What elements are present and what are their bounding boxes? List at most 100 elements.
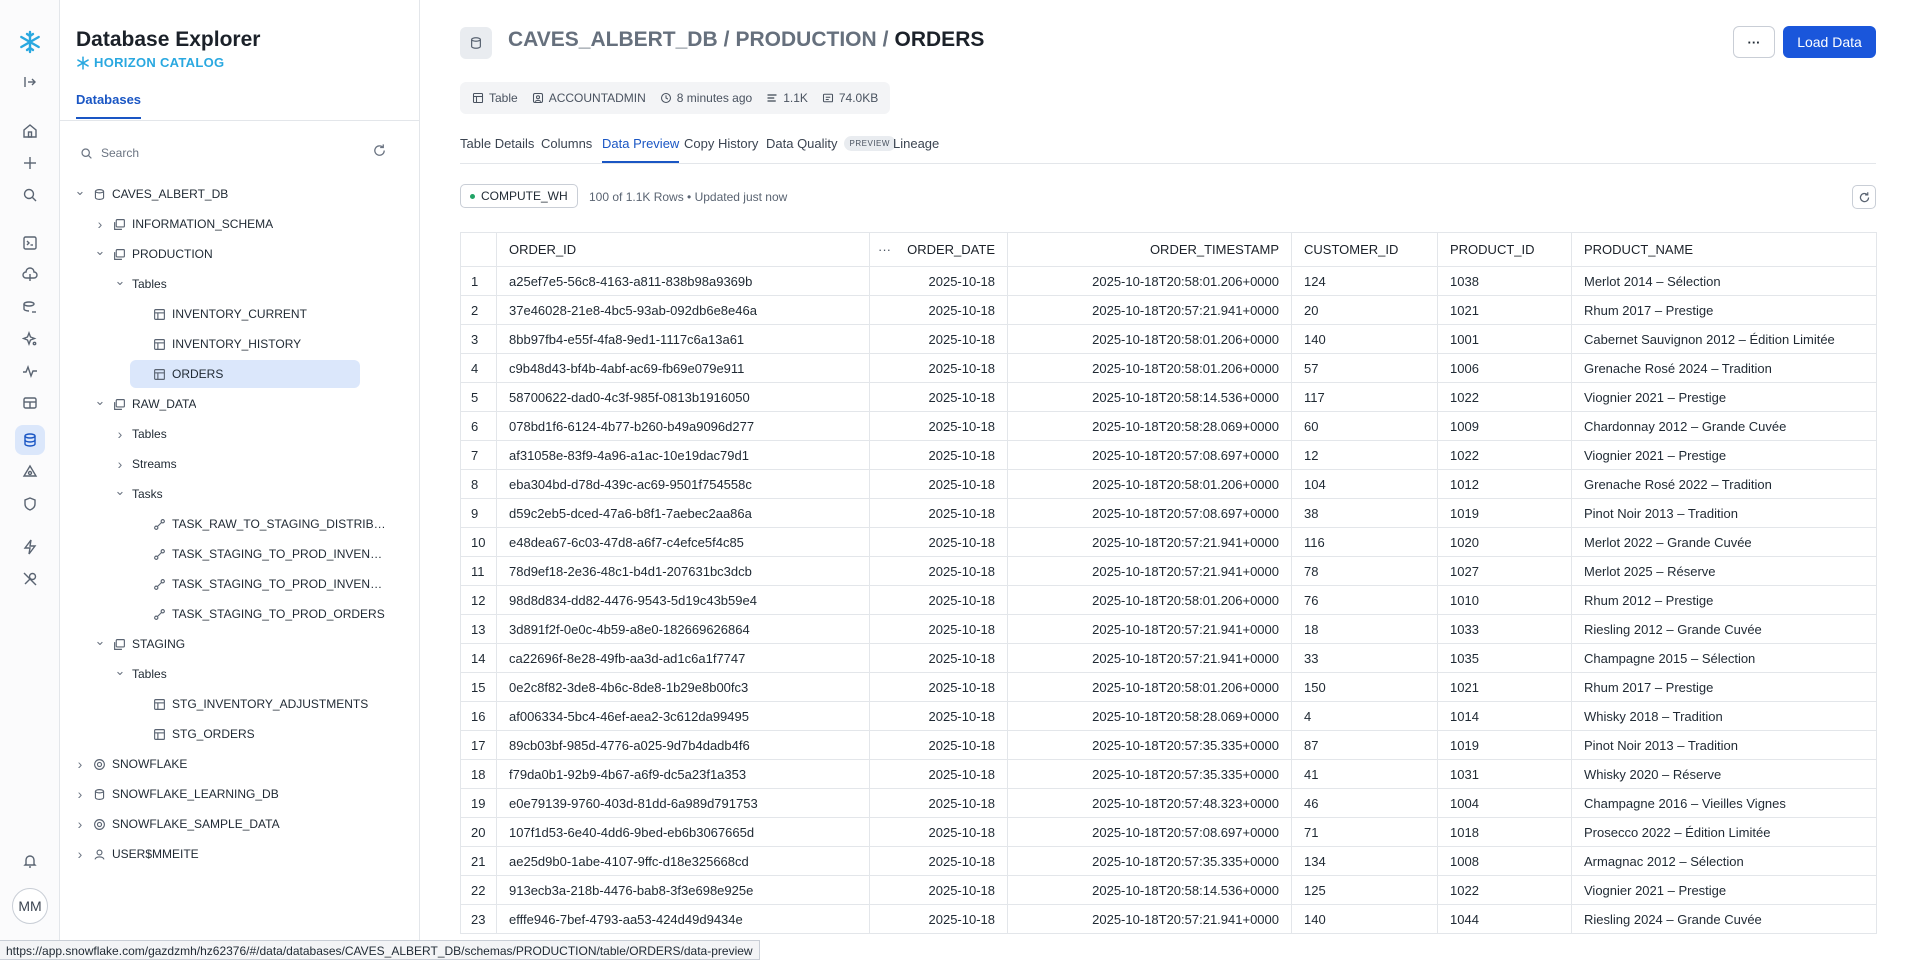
cell-order-date[interactable]: 2025-10-18 [869, 556, 1008, 586]
table-row[interactable]: 9 d59c2eb5-dced-47a6-b8f1-7aebec2aa86a 202… [460, 498, 1877, 528]
cell-order-timestamp[interactable]: 2025-10-18T20:58:28.069+0000 [1007, 701, 1292, 731]
cell-product-id[interactable]: 1022 [1437, 440, 1572, 470]
tab-table-details[interactable]: Table Details [460, 136, 534, 161]
cell-customer-id[interactable]: 46 [1291, 788, 1438, 818]
cell-order-date[interactable]: 2025-10-18 [869, 701, 1008, 731]
cell-product-name[interactable]: Armagnac 2012 – Sélection [1571, 846, 1877, 876]
refresh-icon[interactable] [372, 143, 387, 161]
chevron-right-icon[interactable]: › [74, 756, 86, 772]
cell-product-id[interactable]: 1035 [1437, 643, 1572, 673]
cell-order-date[interactable]: 2025-10-18 [869, 498, 1008, 528]
tab-lineage[interactable]: Lineage [893, 136, 939, 161]
table-row[interactable]: 2 37e46028-21e8-4bc5-93ab-092db6e8e46a 202… [460, 295, 1877, 325]
snowflake-logo-icon[interactable] [15, 27, 45, 57]
cell-product-id[interactable]: 1012 [1437, 469, 1572, 499]
cell-customer-id[interactable]: 18 [1291, 614, 1438, 644]
cell-order-timestamp[interactable]: 2025-10-18T20:57:21.941+0000 [1007, 643, 1292, 673]
cell-order-timestamp[interactable]: 2025-10-18T20:58:01.206+0000 [1007, 324, 1292, 354]
cell-order-id[interactable]: efffe946-7bef-4793-aa53-424d49d9434e [496, 904, 870, 934]
cell-customer-id[interactable]: 20 [1291, 295, 1438, 325]
cell-product-name[interactable]: Rhum 2017 – Prestige [1571, 295, 1877, 325]
cell-product-name[interactable]: Grenache Rosé 2022 – Tradition [1571, 469, 1877, 499]
search-icon[interactable] [15, 180, 45, 210]
cell-order-date[interactable]: 2025-10-18 [869, 788, 1008, 818]
cell-customer-id[interactable]: 125 [1291, 875, 1438, 905]
cell-order-timestamp[interactable]: 2025-10-18T20:57:35.335+0000 [1007, 846, 1292, 876]
cell-order-id[interactable]: 78d9ef18-2e36-48c1-b4d1-207631bc3dcb [496, 556, 870, 586]
column-header-product-name[interactable]: PRODUCT_NAME [1571, 232, 1877, 267]
cell-product-name[interactable]: Merlot 2022 – Grande Cuvée [1571, 527, 1877, 557]
cell-product-name[interactable]: Whisky 2020 – Réserve [1571, 759, 1877, 789]
tab-data-quality[interactable]: Data Quality PREVIEW [766, 136, 896, 161]
cell-customer-id[interactable]: 140 [1291, 324, 1438, 354]
table-row[interactable]: 1 a25ef7e5-56c8-4163-a811-838b98a9369b 202… [460, 266, 1877, 296]
expand-sidebar-icon[interactable] [15, 67, 45, 97]
cell-product-name[interactable]: Merlot 2014 – Sélection [1571, 266, 1877, 296]
table-row[interactable]: 12 98d8d834-dd82-4476-9543-5d19c43b59e4 20… [460, 585, 1877, 615]
tree-node[interactable]: ⌄ Tables [114, 270, 167, 298]
table-row[interactable]: 6 078bd1f6-6124-4b77-b260-b49a9096d277 202… [460, 411, 1877, 441]
cell-order-id[interactable]: ae25d9b0-1abe-4107-9ffc-d18e325668cd [496, 846, 870, 876]
cell-order-date[interactable]: 2025-10-18 [869, 875, 1008, 905]
chevron-down-icon[interactable]: ⌄ [114, 663, 126, 679]
tree-node[interactable]: ⌄ STAGING [94, 630, 186, 658]
cell-order-id[interactable]: 0e2c8f82-3de8-4b6c-8de8-1b29e8b00fc3 [496, 672, 870, 702]
tree-node[interactable]: TASK_STAGING_TO_PROD_INVENTO... [134, 570, 388, 598]
cell-product-name[interactable]: Whisky 2018 – Tradition [1571, 701, 1877, 731]
table-row[interactable]: 16 af006334-5bc4-46ef-aea2-3c612da99495 20… [460, 701, 1877, 731]
cell-order-date[interactable]: 2025-10-18 [869, 324, 1008, 354]
chevron-right-icon[interactable]: › [114, 456, 126, 472]
cell-order-timestamp[interactable]: 2025-10-18T20:57:21.941+0000 [1007, 295, 1292, 325]
cell-order-id[interactable]: af006334-5bc4-46ef-aea2-3c612da99495 [496, 701, 870, 731]
cell-customer-id[interactable]: 124 [1291, 266, 1438, 296]
cell-product-name[interactable]: Pinot Noir 2013 – Tradition [1571, 730, 1877, 760]
tree-node[interactable]: ⌄ Tables [114, 660, 167, 688]
warehouse-selector[interactable]: COMPUTE_WH [460, 184, 578, 208]
cell-order-id[interactable]: 37e46028-21e8-4bc5-93ab-092db6e8e46a [496, 295, 870, 325]
cell-order-id[interactable]: 89cb03bf-985d-4776-a025-9d7b4dadb4f6 [496, 730, 870, 760]
column-header-customer-id[interactable]: CUSTOMER_ID [1291, 232, 1438, 267]
cell-order-id[interactable]: d59c2eb5-dced-47a6-b8f1-7aebec2aa86a [496, 498, 870, 528]
cell-product-id[interactable]: 1019 [1437, 498, 1572, 528]
user-avatar[interactable]: MM [12, 888, 48, 924]
tree-node[interactable]: › Tables [114, 420, 167, 448]
cell-product-id[interactable]: 1038 [1437, 266, 1572, 296]
table-row[interactable]: 4 c9b48d43-bf4b-4abf-ac69-fb69e079e911 202… [460, 353, 1877, 383]
chevron-right-icon[interactable]: › [74, 846, 86, 862]
cell-order-date[interactable]: 2025-10-18 [869, 585, 1008, 615]
cell-order-timestamp[interactable]: 2025-10-18T20:58:01.206+0000 [1007, 585, 1292, 615]
cell-product-id[interactable]: 1022 [1437, 382, 1572, 412]
tree-node[interactable]: › SNOWFLAKE_LEARNING_DB [74, 780, 279, 808]
cell-customer-id[interactable]: 140 [1291, 904, 1438, 934]
cell-product-name[interactable]: Prosecco 2022 – Édition Limitée [1571, 817, 1877, 847]
cell-product-id[interactable]: 1014 [1437, 701, 1572, 731]
table-row[interactable]: 19 e0e79139-9760-403d-81dd-6a989d791753 20… [460, 788, 1877, 818]
ai-ml-icon[interactable] [15, 324, 45, 354]
tree-node[interactable]: ORDERS [130, 360, 360, 388]
column-header-product-id[interactable]: PRODUCT_ID [1437, 232, 1572, 267]
chevron-right-icon[interactable]: › [74, 786, 86, 802]
cell-order-id[interactable]: ca22696f-8e28-49fb-aa3d-ad1c6a1f7747 [496, 643, 870, 673]
cell-order-date[interactable]: 2025-10-18 [869, 817, 1008, 847]
table-row[interactable]: 5 58700622-dad0-4c3f-985f-0813b1916050 202… [460, 382, 1877, 412]
cell-order-id[interactable]: 078bd1f6-6124-4b77-b260-b49a9096d277 [496, 411, 870, 441]
cell-product-id[interactable]: 1006 [1437, 353, 1572, 383]
more-actions-button[interactable]: ··· [1733, 26, 1775, 58]
cell-order-timestamp[interactable]: 2025-10-18T20:58:01.206+0000 [1007, 353, 1292, 383]
cell-order-timestamp[interactable]: 2025-10-18T20:57:48.323+0000 [1007, 788, 1292, 818]
cell-order-timestamp[interactable]: 2025-10-18T20:57:21.941+0000 [1007, 904, 1292, 934]
cell-product-name[interactable]: Viognier 2021 – Prestige [1571, 875, 1877, 905]
tree-node[interactable]: › INFORMATION_SCHEMA [94, 210, 273, 238]
compute-bolt-icon[interactable] [15, 532, 45, 562]
cell-product-id[interactable]: 1031 [1437, 759, 1572, 789]
tree-node[interactable]: STG_INVENTORY_ADJUSTMENTS [134, 690, 368, 718]
tree-node[interactable]: › USER$MMEITE [74, 840, 199, 868]
table-row[interactable]: 23 efffe946-7bef-4793-aa53-424d49d9434e 20… [460, 904, 1877, 934]
cell-product-id[interactable]: 1008 [1437, 846, 1572, 876]
table-row[interactable]: 8 eba304bd-d78d-439c-ac69-9501f754558c 202… [460, 469, 1877, 499]
data-catalog-icon[interactable] [15, 425, 45, 455]
cell-product-id[interactable]: 1033 [1437, 614, 1572, 644]
chevron-down-icon[interactable]: ⌄ [114, 483, 126, 499]
tree-node[interactable]: TASK_RAW_TO_STAGING_DISTRIBU... [134, 510, 388, 538]
chevron-right-icon[interactable]: › [114, 426, 126, 442]
